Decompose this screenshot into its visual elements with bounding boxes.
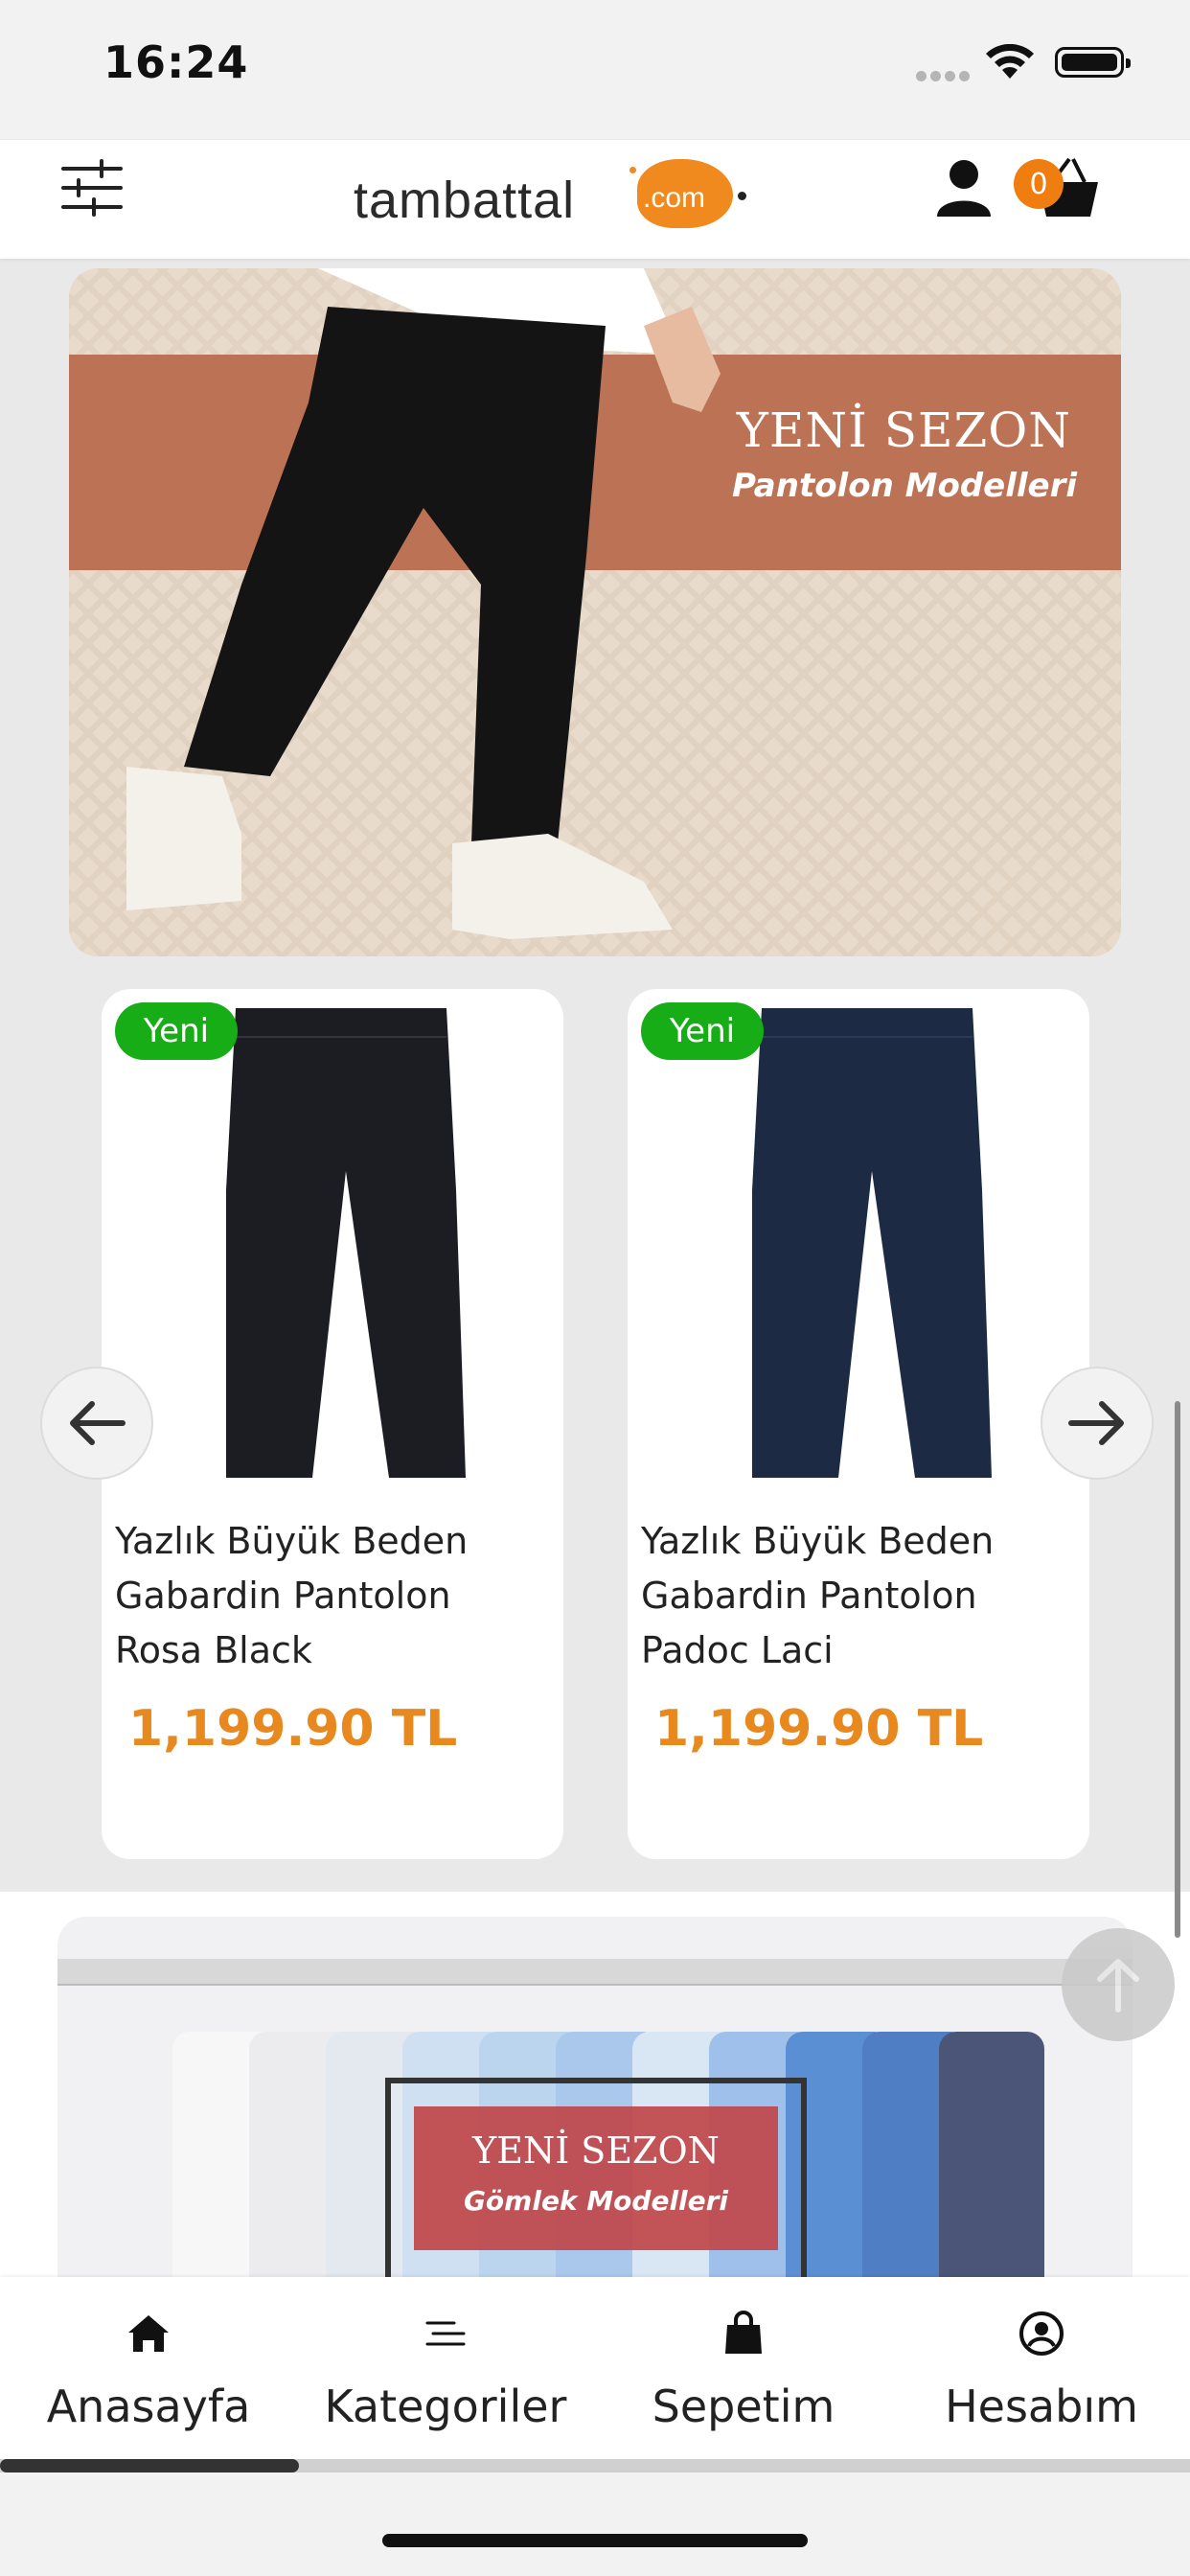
vertical-scrollbar[interactable] [1175, 1401, 1180, 1938]
banner-pants[interactable]: YENİ SEZON Pantolon Modelleri [69, 268, 1121, 956]
new-badge: Yeni [115, 1002, 238, 1060]
banner-shirts-title: YENİ SEZON [472, 2129, 720, 2172]
system-bottom-area [0, 2472, 1190, 2576]
nav-item-home[interactable]: Anasayfa [0, 2300, 297, 2444]
nav-item-account[interactable]: Hesabım [893, 2300, 1190, 2444]
product-image [752, 1008, 992, 1478]
nav-item-cart[interactable]: Sepetim [595, 2300, 892, 2444]
banner-shirts[interactable]: YENİ SEZON Gömlek Modelleri [57, 1917, 1133, 2300]
wifi-icon [986, 44, 1034, 79]
list-icon [425, 2321, 466, 2346]
product-card[interactable]: Yeni Yazlık Büyük Beden Gabardin Pantolo… [628, 989, 1089, 1859]
pants-model-image [126, 268, 721, 939]
banner-shirts-subtitle: Gömlek Modelleri [463, 2185, 729, 2217]
product-card[interactable]: Yeni Yazlık Büyük Beden Gabardin Pantolo… [102, 989, 563, 1859]
banner-pants-subtitle: Pantolon Modelleri [732, 467, 1077, 505]
account-icon [1019, 2312, 1064, 2356]
home-indicator[interactable] [382, 2534, 808, 2547]
horizontal-scroll-thumb[interactable] [0, 2459, 299, 2472]
home-icon [128, 2315, 169, 2352]
product-price: 1,199.90 TL [128, 1700, 458, 1758]
nav-label: Hesabım [945, 2380, 1138, 2432]
logo-suffix: .com [643, 182, 706, 214]
carousel-next-button[interactable] [1041, 1367, 1154, 1480]
filter-icon[interactable] [57, 153, 126, 222]
carousel-prev-button[interactable] [40, 1367, 153, 1480]
new-badge: Yeni [641, 1002, 764, 1060]
product-name[interactable]: Yazlık Büyük Beden Gabardin Pantolon Ros… [115, 1514, 546, 1678]
nav-item-categories[interactable]: Kategoriler [297, 2300, 594, 2444]
logo-text: tambattal [354, 172, 576, 229]
nav-label: Anasayfa [46, 2380, 251, 2432]
product-name[interactable]: Yazlık Büyük Beden Gabardin Pantolon Pad… [641, 1514, 1072, 1678]
site-logo[interactable]: tambattal .com [350, 153, 752, 230]
arrow-left-icon [70, 1401, 126, 1445]
bag-icon [725, 2311, 762, 2354]
nav-label: Sepetim [652, 2380, 835, 2432]
banner-pants-title: YENİ SEZON [736, 402, 1071, 458]
scroll-to-top-button[interactable] [1062, 1928, 1175, 2041]
user-icon[interactable] [929, 153, 998, 222]
arrow-right-icon [1068, 1401, 1124, 1445]
nav-label: Kategoriler [324, 2380, 567, 2432]
battery-icon [1055, 47, 1131, 78]
arrow-up-icon [1097, 1959, 1139, 2012]
status-time: 16:24 [103, 36, 249, 88]
product-price: 1,199.90 TL [654, 1700, 984, 1758]
cart-count-badge: 0 [1014, 159, 1064, 209]
product-image [226, 1008, 466, 1478]
